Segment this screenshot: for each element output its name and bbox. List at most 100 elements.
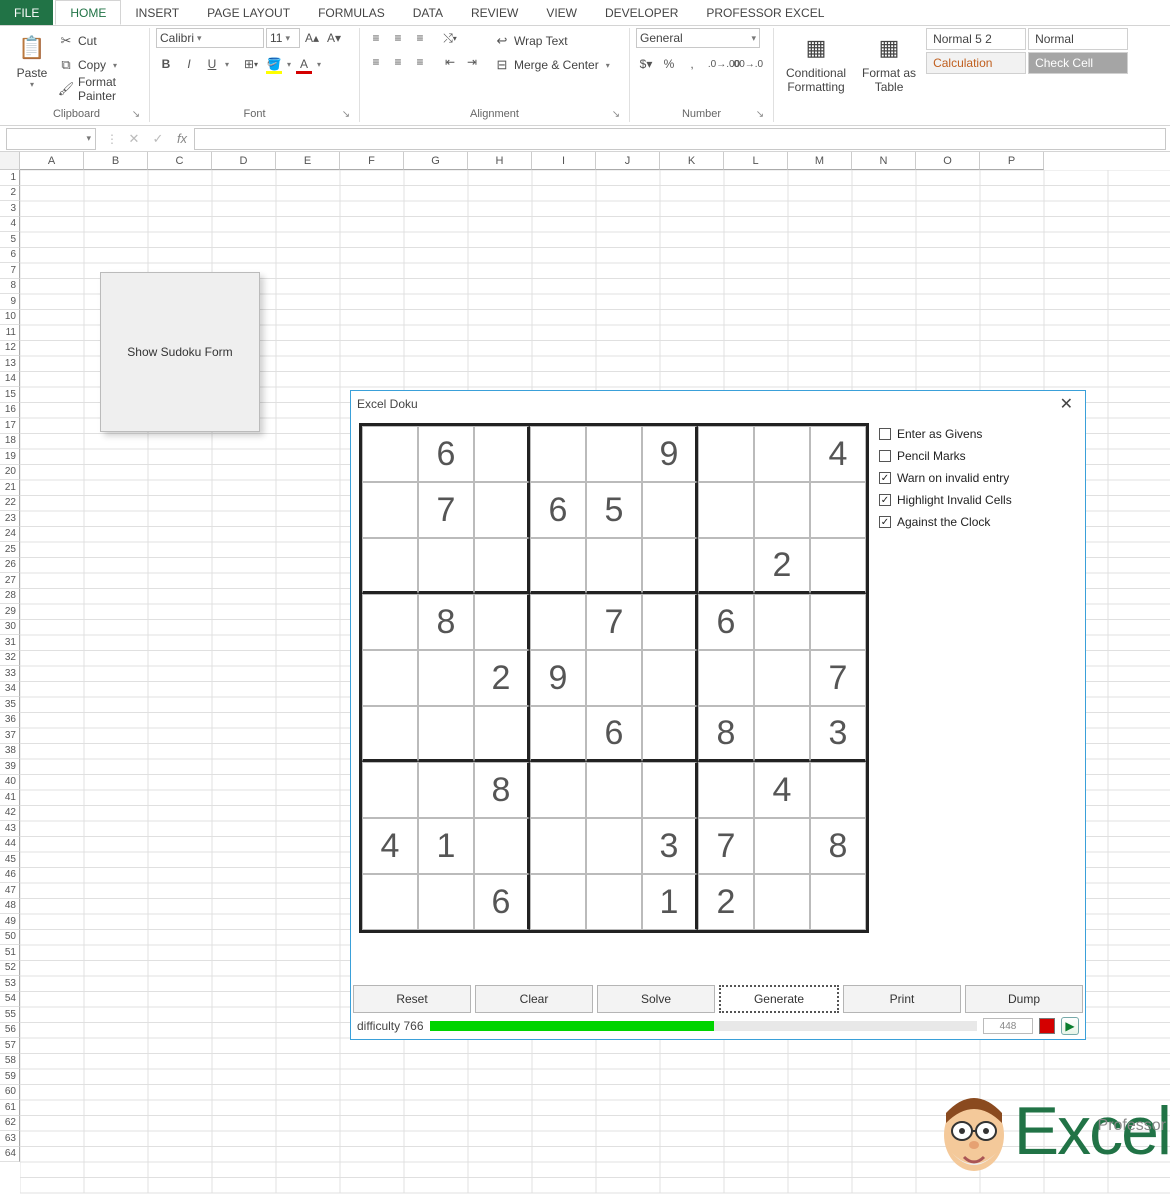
row-head-57[interactable]: 57 [0,1038,20,1054]
sudoku-cell-4-2[interactable]: 2 [474,650,530,706]
sudoku-cell-1-2[interactable] [474,482,530,538]
sudoku-cell-5-3[interactable] [530,706,586,762]
sudoku-cell-4-3[interactable]: 9 [530,650,586,706]
row-head-32[interactable]: 32 [0,651,20,667]
sudoku-cell-0-6[interactable] [698,426,754,482]
format-as-table-button[interactable]: ▦ Format as Table [856,28,922,99]
row-head-21[interactable]: 21 [0,480,20,496]
row-head-59[interactable]: 59 [0,1069,20,1085]
col-head-D[interactable]: D [212,152,276,170]
row-head-7[interactable]: 7 [0,263,20,279]
row-head-33[interactable]: 33 [0,666,20,682]
row-head-30[interactable]: 30 [0,620,20,636]
sudoku-cell-5-4[interactable]: 6 [586,706,642,762]
accounting-format-icon[interactable]: $▾ [636,54,656,74]
col-head-O[interactable]: O [916,152,980,170]
col-head-P[interactable]: P [980,152,1044,170]
row-head-39[interactable]: 39 [0,759,20,775]
row-head-58[interactable]: 58 [0,1054,20,1070]
formula-input[interactable] [194,128,1166,150]
sudoku-cell-7-5[interactable]: 3 [642,818,698,874]
number-format-combo[interactable]: General▾ [636,28,760,48]
print-button[interactable]: Print [843,985,961,1013]
play-button[interactable]: ▶ [1061,1017,1079,1035]
row-head-25[interactable]: 25 [0,542,20,558]
sudoku-cell-0-7[interactable] [754,426,810,482]
stop-button[interactable] [1039,1018,1055,1034]
sudoku-cell-2-3[interactable] [530,538,586,594]
sudoku-cell-8-3[interactable] [530,874,586,930]
alignment-dialog-launcher[interactable]: ↘ [609,108,623,122]
tab-page-layout[interactable]: PAGE LAYOUT [193,0,304,25]
row-head-2[interactable]: 2 [0,186,20,202]
row-head-55[interactable]: 55 [0,1007,20,1023]
sudoku-cell-2-2[interactable] [474,538,530,594]
merge-center-button[interactable]: ⊟Merge & Center▾ [490,54,614,76]
sudoku-cell-3-7[interactable] [754,594,810,650]
paste-button[interactable]: 📋 Paste ▾ [10,28,54,94]
percent-format-icon[interactable]: % [659,54,679,74]
row-head-34[interactable]: 34 [0,682,20,698]
sudoku-cell-1-5[interactable] [642,482,698,538]
sudoku-cell-1-4[interactable]: 5 [586,482,642,538]
row-head-36[interactable]: 36 [0,713,20,729]
row-head-45[interactable]: 45 [0,852,20,868]
row-head-12[interactable]: 12 [0,341,20,357]
col-head-M[interactable]: M [788,152,852,170]
borders-button[interactable]: ⊞▾ [241,54,261,74]
row-head-8[interactable]: 8 [0,279,20,295]
font-color-button[interactable]: A [294,54,314,74]
row-head-64[interactable]: 64 [0,1147,20,1163]
sudoku-cell-2-7[interactable]: 2 [754,538,810,594]
decrease-font-icon[interactable]: A▾ [324,28,344,48]
tab-professor-excel[interactable]: PROFESSOR EXCEL [692,0,838,25]
row-head-1[interactable]: 1 [0,170,20,186]
sudoku-cell-7-2[interactable] [474,818,530,874]
sudoku-cell-7-8[interactable]: 8 [810,818,866,874]
row-head-37[interactable]: 37 [0,728,20,744]
font-name-combo[interactable]: Calibri▾ [156,28,264,48]
sudoku-cell-2-0[interactable] [362,538,418,594]
sudoku-cell-2-6[interactable] [698,538,754,594]
row-head-47[interactable]: 47 [0,883,20,899]
align-right-icon[interactable]: ≡ [410,52,430,72]
row-head-17[interactable]: 17 [0,418,20,434]
opt-against-the-clock[interactable]: ✓Against the Clock [879,515,1012,529]
increase-indent-icon[interactable]: ⇥ [462,52,482,72]
sudoku-cell-6-3[interactable] [530,762,586,818]
decrease-decimal-icon[interactable]: .00→.0 [737,54,757,74]
row-head-54[interactable]: 54 [0,992,20,1008]
sudoku-cell-1-0[interactable] [362,482,418,538]
sudoku-cell-6-8[interactable] [810,762,866,818]
row-head-27[interactable]: 27 [0,573,20,589]
row-head-49[interactable]: 49 [0,914,20,930]
sudoku-cell-6-7[interactable]: 4 [754,762,810,818]
sudoku-cell-3-1[interactable]: 8 [418,594,474,650]
sudoku-cell-6-5[interactable] [642,762,698,818]
row-head-20[interactable]: 20 [0,465,20,481]
reset-button[interactable]: Reset [353,985,471,1013]
row-head-16[interactable]: 16 [0,403,20,419]
col-head-H[interactable]: H [468,152,532,170]
sudoku-cell-5-0[interactable] [362,706,418,762]
col-head-L[interactable]: L [724,152,788,170]
row-head-35[interactable]: 35 [0,697,20,713]
bold-button[interactable]: B [156,54,176,74]
sudoku-cell-8-0[interactable] [362,874,418,930]
row-head-29[interactable]: 29 [0,604,20,620]
sudoku-cell-4-6[interactable] [698,650,754,706]
sudoku-cell-1-7[interactable] [754,482,810,538]
tab-home[interactable]: HOME [55,0,121,25]
opt-pencil-marks[interactable]: Pencil Marks [879,449,1012,463]
row-head-50[interactable]: 50 [0,930,20,946]
sudoku-cell-3-4[interactable]: 7 [586,594,642,650]
sudoku-cell-6-4[interactable] [586,762,642,818]
comma-format-icon[interactable]: , [682,54,702,74]
sudoku-cell-8-4[interactable] [586,874,642,930]
row-head-48[interactable]: 48 [0,899,20,915]
sudoku-cell-2-4[interactable] [586,538,642,594]
sudoku-cell-7-6[interactable]: 7 [698,818,754,874]
italic-button[interactable]: I [179,54,199,74]
tab-review[interactable]: REVIEW [457,0,532,25]
row-head-28[interactable]: 28 [0,589,20,605]
